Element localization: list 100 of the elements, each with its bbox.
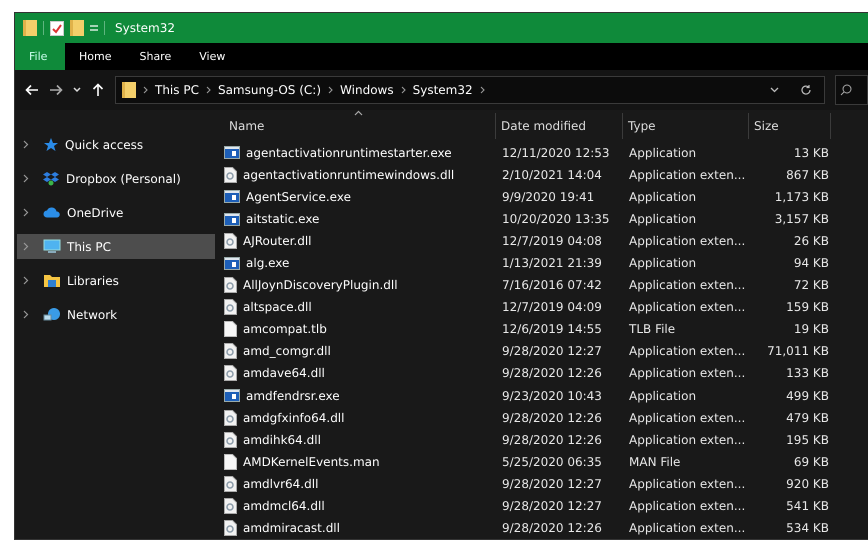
- monitor-icon: [43, 239, 61, 254]
- file-name[interactable]: amd_comgr.dll: [243, 344, 331, 358]
- ribbon-tab[interactable]: Home: [65, 43, 126, 70]
- size-cell-text: 920 KB: [785, 476, 830, 491]
- application-icon: [224, 146, 240, 160]
- type-cell-text: Application exten...: [628, 432, 746, 447]
- breadcrumb[interactable]: This PC: [155, 83, 199, 97]
- type-cell-text: Application exten...: [628, 476, 746, 491]
- properties-icon[interactable]: [50, 20, 64, 36]
- file-name[interactable]: amdave64.dll: [243, 366, 325, 380]
- size-cell-text: 13 KB: [792, 146, 830, 160]
- file-name[interactable]: amdmcl64.dll: [243, 498, 325, 513]
- type-cell-text: Application exten...: [628, 366, 746, 380]
- file-name[interactable]: AgentService.exe: [246, 190, 351, 204]
- date-cell-text: 9/28/2020 12:27: [501, 498, 603, 513]
- up-icon[interactable]: [91, 83, 105, 97]
- chevron-icon: [143, 86, 148, 94]
- sidebar-item[interactable]: Network: [17, 302, 215, 327]
- file-name[interactable]: amdmiracast.dll: [243, 520, 340, 535]
- back-icon[interactable]: [25, 83, 39, 97]
- library-file-icon: [224, 365, 237, 382]
- file-name[interactable]: AllJoynDiscoveryPlugin.dll: [243, 278, 398, 292]
- star-icon: [43, 136, 59, 152]
- date-cell-text: 9/28/2020 12:26: [501, 366, 603, 380]
- type-cell-text: Application: [628, 256, 698, 270]
- window-title: System32: [115, 21, 176, 35]
- library-icon: [43, 273, 61, 288]
- breadcrumb[interactable]: Samsung-OS (C:): [218, 83, 322, 97]
- customize-toolbar-icon[interactable]: [90, 24, 98, 32]
- date-cell-text: 9/28/2020 12:26: [501, 520, 603, 535]
- column-header[interactable]: Type: [623, 112, 749, 139]
- sidebar-label: Network: [67, 308, 118, 322]
- column-header[interactable]: Size: [749, 112, 831, 139]
- size-cell-text: 133 KB: [785, 366, 830, 380]
- date-cell-text: 12/6/2019 14:55: [501, 322, 603, 336]
- file-name[interactable]: amcompat.tlb: [243, 322, 327, 336]
- sidebar-item[interactable]: This PC: [17, 234, 215, 259]
- file-name[interactable]: AJRouter.dll: [243, 234, 312, 248]
- date-cell-text: 12/11/2020 12:53: [501, 146, 611, 160]
- size-cell-text: 69 KB: [792, 454, 830, 469]
- dropbox-icon: [43, 171, 60, 186]
- file-name[interactable]: amdgfxinfo64.dll: [243, 410, 344, 425]
- sidebar-item[interactable]: OneDrive: [17, 200, 215, 225]
- type-cell-text: MAN File: [628, 454, 682, 469]
- column-header[interactable]: Date modified: [496, 112, 623, 139]
- search-field[interactable]: [835, 75, 868, 105]
- date-cell-text: 9/28/2020 12:27: [501, 476, 603, 491]
- size-cell-text: 19 KB: [792, 322, 830, 336]
- type-cell-text: Application: [628, 146, 698, 160]
- chevron-icon: [328, 86, 334, 94]
- library-file-icon: [224, 520, 237, 536]
- file-name[interactable]: agentactivationruntimewindows.dll: [243, 168, 454, 182]
- new-folder-icon: [70, 20, 84, 36]
- cloud-icon: [43, 207, 61, 218]
- size-cell-text: 94 KB: [792, 256, 830, 270]
- sidebar-item[interactable]: Dropbox (Personal): [17, 166, 215, 191]
- ribbon-tab[interactable]: File: [15, 43, 65, 70]
- application-icon: [224, 190, 240, 204]
- ribbon-tab[interactable]: View: [185, 43, 240, 70]
- file-name[interactable]: altspace.dll: [243, 300, 312, 314]
- column-header[interactable]: Name: [224, 112, 496, 139]
- date-cell-text: 9/23/2020 10:43: [501, 388, 603, 403]
- file-name[interactable]: aitstatic.exe: [246, 212, 320, 226]
- refresh-icon[interactable]: [800, 84, 812, 96]
- sidebar-item[interactable]: Quick access: [17, 132, 215, 157]
- file-name[interactable]: alg.exe: [246, 256, 290, 270]
- library-file-icon: [224, 233, 237, 250]
- type-cell-text: Application exten...: [628, 344, 746, 358]
- library-file-icon: [224, 432, 237, 448]
- library-file-icon: [224, 343, 237, 360]
- address-bar[interactable]: This PC Samsung-OS (C:) Windows System32: [115, 76, 825, 104]
- file-name[interactable]: amdlvr64.dll: [243, 476, 318, 491]
- breadcrumb[interactable]: Windows: [340, 83, 394, 97]
- file-icon: [224, 454, 237, 470]
- type-cell-text: Application exten...: [628, 234, 746, 248]
- breadcrumb[interactable]: System32: [412, 83, 473, 97]
- search-icon: [840, 84, 852, 96]
- sidebar-label: Dropbox (Personal): [66, 172, 181, 186]
- chevron-down-icon[interactable]: [770, 87, 779, 93]
- type-cell-text: Application exten...: [628, 278, 746, 292]
- size-cell-text: 195 KB: [785, 432, 830, 447]
- network-icon: [43, 306, 61, 322]
- sidebar-item[interactable]: Libraries: [17, 268, 215, 293]
- date-cell-text: 9/28/2020 12:26: [501, 410, 603, 425]
- file-name[interactable]: amdihk64.dll: [243, 432, 321, 447]
- library-file-icon: [224, 498, 237, 514]
- ribbon-tab[interactable]: Share: [125, 43, 186, 70]
- type-cell-text: Application: [628, 388, 698, 403]
- date-cell-text: 12/7/2019 04:09: [501, 300, 603, 314]
- application-icon: [224, 256, 240, 270]
- sidebar-label: This PC: [67, 240, 111, 254]
- type-cell-text: Application exten...: [628, 520, 746, 535]
- size-cell-text: 534 KB: [785, 520, 830, 535]
- chevron-down-icon[interactable]: [73, 87, 81, 93]
- file-name[interactable]: amdfendrsr.exe: [246, 388, 340, 403]
- file-name[interactable]: AMDKernelEvents.man: [243, 454, 380, 469]
- file-name[interactable]: agentactivationruntimestarter.exe: [246, 146, 452, 160]
- size-cell-text: 159 KB: [785, 300, 830, 314]
- forward-icon[interactable]: [49, 83, 63, 97]
- date-cell-text: 12/7/2019 04:08: [501, 234, 603, 248]
